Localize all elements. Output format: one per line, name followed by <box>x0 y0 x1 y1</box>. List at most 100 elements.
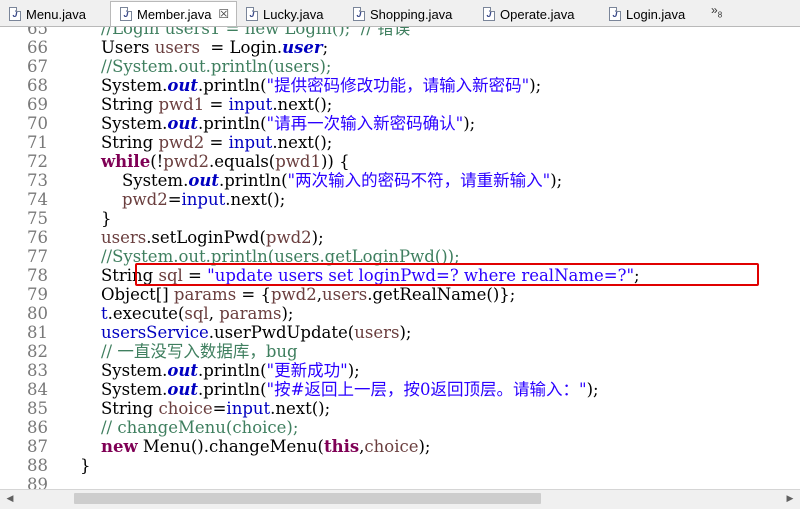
line-number: 76 <box>27 228 48 247</box>
code-token: ); <box>347 361 360 380</box>
scroll-right-icon[interactable]: ▶ <box>783 492 797 506</box>
code-token: usersService <box>100 323 209 342</box>
java-file-icon: J <box>246 7 258 21</box>
tab-operate-java[interactable]: J Operate.java <box>474 2 600 26</box>
code-line[interactable]: 65 //Login users1 = new Login(); // 错误 <box>0 27 800 38</box>
code-line[interactable]: 74 pwd2=input.next(); <box>0 190 800 209</box>
tab-lucky-java[interactable]: J Lucky.java <box>237 2 344 26</box>
code-token: "提供密码修改功能，请输入新密码" <box>266 76 530 95</box>
tab-shopping-java[interactable]: J Shopping.java <box>344 2 474 26</box>
code-line[interactable]: 71 String pwd2 = input.next(); <box>0 133 800 152</box>
code-line[interactable]: 68 System.out.println("提供密码修改功能，请输入新密码")… <box>0 76 800 95</box>
code-line[interactable]: 73 System.out.println("两次输入的密码不符，请重新输入")… <box>0 171 800 190</box>
code-line[interactable]: 77 //System.out.println(users.getLoginPw… <box>0 247 800 266</box>
line-number: 68 <box>27 76 48 95</box>
line-number: 80 <box>27 304 48 323</box>
code-token: System. <box>59 380 168 399</box>
line-number: 84 <box>27 380 48 399</box>
code-line[interactable]: 70 System.out.println("请再一次输入新密码确认"); <box>0 114 800 133</box>
code-line[interactable]: 78 String sql = "update users set loginP… <box>0 266 800 285</box>
code-token: .println( <box>197 361 267 380</box>
code-token: .next(); <box>272 133 333 152</box>
code-token: System. <box>59 76 168 95</box>
code-text: while(!pwd2.equals(pwd1)) { <box>59 152 350 171</box>
code-token: out <box>167 361 198 380</box>
code-line[interactable]: 85 String choice=input.next(); <box>0 399 800 418</box>
code-text: String choice=input.next(); <box>59 399 330 418</box>
code-token: users <box>100 228 147 247</box>
tab-label: Login.java <box>626 6 686 22</box>
code-token: } <box>59 209 112 228</box>
code-text: } <box>59 209 112 228</box>
code-line[interactable]: 83 System.out.println("更新成功"); <box>0 361 800 380</box>
code-token: ); <box>418 437 431 456</box>
code-line[interactable]: 82 // 一直没写入数据库，bug <box>0 342 800 361</box>
code-token: .userPwdUpdate( <box>208 323 355 342</box>
close-tab-icon[interactable]: ☒ <box>218 7 229 21</box>
code-line[interactable]: 69 String pwd1 = input.next(); <box>0 95 800 114</box>
tab-member-java[interactable]: J Member.java ☒ <box>110 1 237 26</box>
code-line[interactable]: 80 t.execute(sql, params); <box>0 304 800 323</box>
code-line[interactable]: 79 Object[] params = {pwd2,users.getReal… <box>0 285 800 304</box>
scrollbar-thumb[interactable] <box>74 493 541 504</box>
tab-menu-java[interactable]: J Menu.java <box>0 2 110 26</box>
code-line[interactable]: 89 <box>0 475 800 489</box>
code-line[interactable]: 86 // changeMenu(choice); <box>0 418 800 437</box>
code-token: sql <box>158 266 183 285</box>
code-token: = { <box>236 285 271 304</box>
line-number: 70 <box>27 114 48 133</box>
code-text: String pwd1 = input.next(); <box>59 95 332 114</box>
code-token: ); <box>281 304 294 323</box>
tab-label: Lucky.java <box>263 6 324 22</box>
code-line[interactable]: 75 } <box>0 209 800 228</box>
code-token: input <box>228 95 273 114</box>
code-editor[interactable]: 89 88 } 87 new Menu().changeMenu(this,choi… <box>0 27 800 489</box>
code-token: out <box>167 114 198 133</box>
code-token: , <box>208 304 220 323</box>
code-token: ); <box>311 228 324 247</box>
code-token: pwd2 <box>163 152 210 171</box>
code-text: System.out.println("更新成功"); <box>59 361 360 380</box>
code-token: Menu().changeMenu( <box>137 437 324 456</box>
code-token: .println( <box>197 114 267 133</box>
line-number: 65 <box>27 27 48 38</box>
horizontal-scrollbar[interactable]: ◀ ▶ <box>0 489 800 509</box>
tab-overflow-button[interactable]: »8 <box>711 3 722 19</box>
code-token: pwd1 <box>158 95 205 114</box>
code-token: } <box>59 456 91 475</box>
code-token: .getRealName()}; <box>367 285 516 304</box>
code-line[interactable]: 88 } <box>0 456 800 475</box>
code-token: input <box>228 133 273 152</box>
code-line[interactable]: 84 System.out.println("按#返回上一层，按0返回顶层。请输… <box>0 380 800 399</box>
code-token: pwd2 <box>121 190 168 209</box>
code-token: ); <box>550 171 563 190</box>
code-text: //System.out.println(users.getLoginPwd()… <box>59 247 460 266</box>
code-text: usersService.userPwdUpdate(users); <box>59 323 411 342</box>
chevron-double-right-icon: » <box>711 3 718 17</box>
code-line[interactable]: 67 //System.out.println(users); <box>0 57 800 76</box>
tab-login-java[interactable]: J Login.java <box>600 2 700 26</box>
code-line[interactable]: 76 users.setLoginPwd(pwd2); <box>0 228 800 247</box>
code-line[interactable]: 81 usersService.userPwdUpdate(users); <box>0 323 800 342</box>
code-token: "更新成功" <box>266 361 348 380</box>
code-token: user <box>282 38 323 57</box>
code-line[interactable]: 87 new Menu().changeMenu(this,choice); <box>0 437 800 456</box>
code-text: // 一直没写入数据库，bug <box>59 342 298 361</box>
code-text: //Login users1 = new Login(); // 错误 <box>59 27 410 38</box>
code-token: (! <box>150 152 164 171</box>
code-line[interactable]: 72 while(!pwd2.equals(pwd1)) { <box>0 152 800 171</box>
code-text: new Menu().changeMenu(this,choice); <box>59 437 431 456</box>
line-number: 74 <box>27 190 48 209</box>
code-token: // 一直没写入数据库，bug <box>100 342 298 361</box>
code-token: .equals( <box>209 152 276 171</box>
line-number: 73 <box>27 171 48 190</box>
code-line[interactable]: 66 Users users = Login.user; <box>0 38 800 57</box>
scroll-left-icon[interactable]: ◀ <box>3 492 17 506</box>
java-file-icon: J <box>353 7 365 21</box>
code-token: "按#返回上一层，按0返回顶层。请输入：" <box>266 380 587 399</box>
code-token: pwd2 <box>158 133 205 152</box>
code-token: .println( <box>218 171 288 190</box>
code-token: //System.out.println(users.getLoginPwd()… <box>100 247 460 266</box>
